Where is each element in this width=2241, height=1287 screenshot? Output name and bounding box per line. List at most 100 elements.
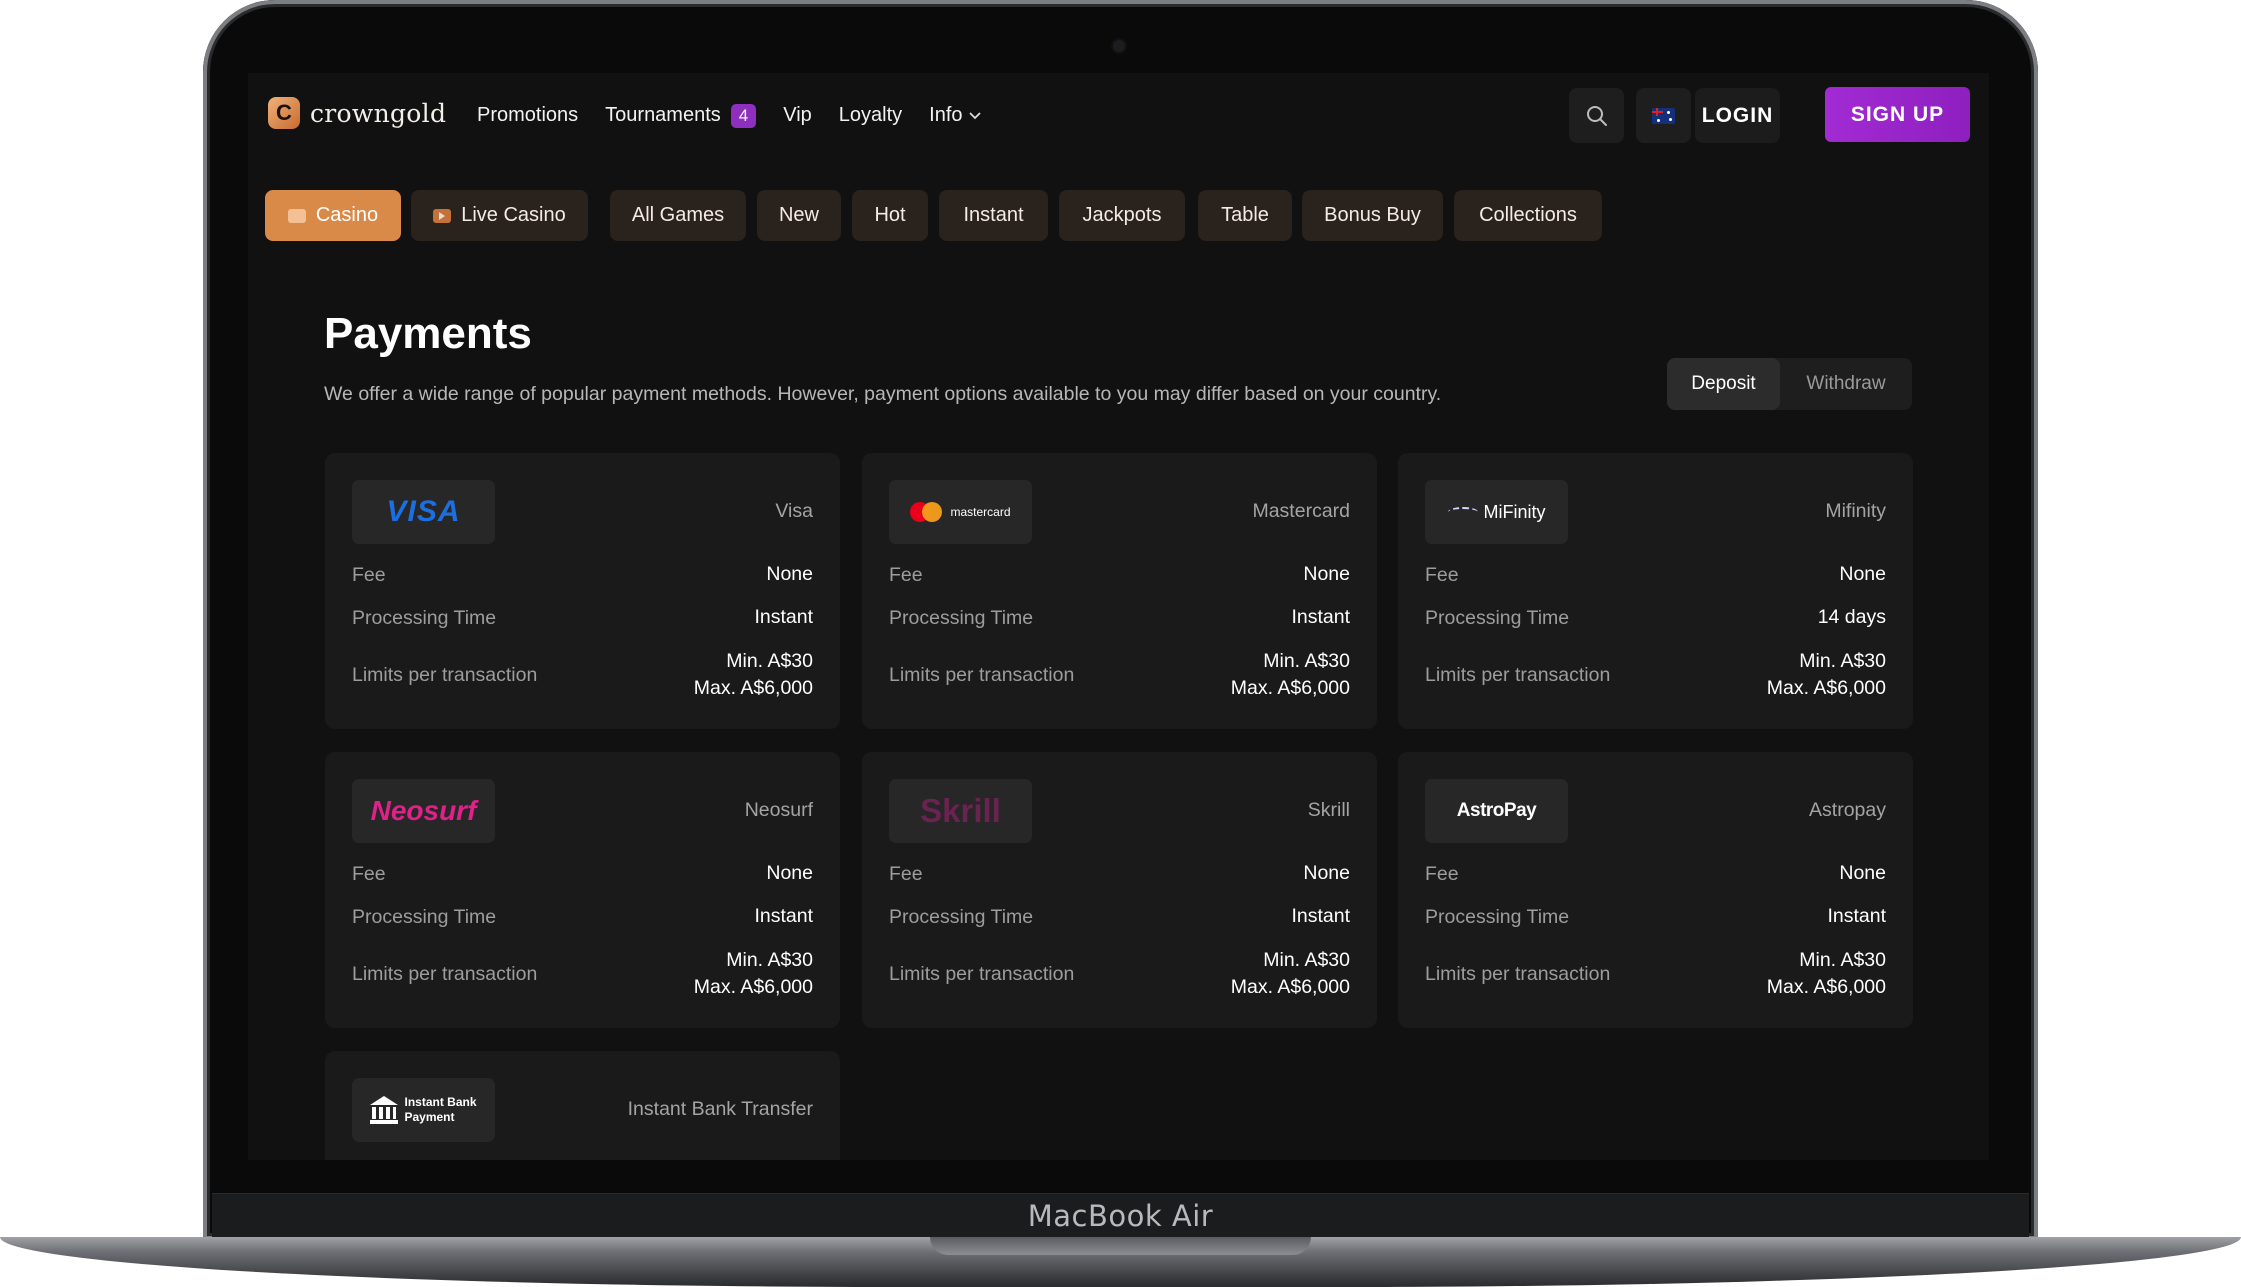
fee-label: Fee [1425, 863, 1459, 885]
logo-wordmark: crowngold [310, 98, 447, 128]
fee-value: None [766, 563, 813, 585]
fee-value: None [1839, 862, 1886, 884]
chevron-down-icon [968, 111, 981, 119]
fee-label: Fee [889, 863, 923, 885]
limits-label: Limits per transaction [889, 664, 1075, 686]
nav-promotions[interactable]: Promotions [477, 104, 578, 127]
nav-loyalty[interactable]: Loyalty [839, 104, 902, 127]
deposit-withdraw-toggle: Deposit Withdraw [1667, 358, 1912, 410]
fee-value: None [1839, 563, 1886, 585]
category-bonus-buy[interactable]: Bonus Buy [1302, 190, 1443, 241]
processing-value: Instant [754, 606, 813, 628]
method-name: Astropay [1809, 799, 1886, 821]
method-name: Instant Bank Transfer [627, 1098, 813, 1120]
limit-min: Min. A$30 [1263, 949, 1350, 971]
laptop-hinge-notch [930, 1237, 1311, 1255]
category-casino[interactable]: Casino [265, 190, 401, 241]
processing-value: 14 days [1817, 606, 1886, 628]
category-label: Instant [963, 204, 1024, 226]
mifinity-logo: MiFinity [1425, 480, 1568, 544]
fee-label: Fee [352, 564, 386, 586]
signup-button[interactable]: SIGN UP [1825, 87, 1970, 142]
limit-max: Max. A$6,000 [693, 976, 813, 998]
fee-value: None [766, 862, 813, 884]
nav-vip[interactable]: Vip [783, 104, 812, 127]
processing-value: Instant [1291, 905, 1350, 927]
method-name: Mifinity [1825, 500, 1886, 522]
instant-bank-payment-logo: Instant Bank Payment [352, 1078, 495, 1142]
search-icon [1586, 105, 1607, 126]
category-label: Collections [1479, 204, 1577, 226]
nav-label: Promotions [477, 104, 579, 126]
processing-label: Processing Time [889, 906, 1034, 928]
category-all-games[interactable]: All Games [610, 190, 746, 241]
category-label: Hot [874, 204, 906, 226]
processing-value: Instant [754, 905, 813, 927]
page-title: Payments [324, 309, 532, 358]
mifinity-wave-icon [1447, 507, 1478, 517]
limit-min: Min. A$30 [726, 949, 813, 971]
method-name: Neosurf [744, 799, 813, 821]
limit-min: Min. A$30 [1799, 650, 1886, 672]
search-button[interactable] [1569, 88, 1624, 143]
payment-card-mastercard: mastercard Mastercard Fee None Processin… [862, 453, 1377, 729]
limit-max: Max. A$6,000 [1230, 677, 1350, 699]
payment-card-instant-bank-transfer: Instant Bank Payment Instant Bank Transf… [325, 1051, 840, 1160]
processing-value: Instant [1291, 606, 1350, 628]
limit-max: Max. A$6,000 [1766, 976, 1886, 998]
visa-logo: VISA [352, 480, 495, 544]
astropay-logo-text: AstroPay [1456, 800, 1537, 821]
category-collections[interactable]: Collections [1454, 190, 1602, 241]
fee-value: None [1303, 563, 1350, 585]
method-name: Skrill [1307, 799, 1350, 821]
payment-card-neosurf: Neosurf Neosurf Fee None Processing Time… [325, 752, 840, 1028]
mastercard-logo-text: mastercard [950, 505, 1011, 519]
limit-min: Min. A$30 [726, 650, 813, 672]
category-label: Casino [315, 204, 379, 226]
limits-value: Min. A$30 Max. A$6,000 [694, 947, 813, 1001]
processing-label: Processing Time [889, 607, 1034, 629]
category-live-casino[interactable]: Live Casino [411, 190, 588, 241]
language-button[interactable] [1636, 88, 1691, 143]
category-new[interactable]: New [757, 190, 841, 241]
visa-logo-text: VISA [386, 495, 461, 528]
mastercard-circle-icon [922, 502, 943, 522]
limits-value: Min. A$30 Max. A$6,000 [1231, 947, 1350, 1001]
logo-line: Instant Bank [404, 1095, 477, 1109]
category-jackpots[interactable]: Jackpots [1059, 190, 1185, 241]
processing-value: Instant [1827, 905, 1886, 927]
play-icon [433, 208, 452, 223]
payment-card-mifinity: MiFinity Mifinity Fee None Processing Ti… [1398, 453, 1913, 729]
login-button[interactable]: LOGIN [1695, 88, 1780, 143]
camera-icon [1113, 40, 1125, 52]
category-label: New [778, 204, 819, 226]
limits-value: Min. A$30 Max. A$6,000 [1767, 648, 1886, 702]
category-hot[interactable]: Hot [852, 190, 928, 241]
category-label: All Games [631, 204, 725, 226]
category-label: Table [1221, 204, 1269, 226]
nav-info-dropdown[interactable]: Info [929, 104, 981, 127]
logo-line: Payment [404, 1110, 455, 1124]
category-instant[interactable]: Instant [939, 190, 1048, 241]
limits-label: Limits per transaction [1425, 963, 1611, 985]
skrill-logo: Skrill [889, 779, 1032, 843]
processing-label: Processing Time [352, 906, 497, 928]
tournaments-count-badge: 4 [730, 103, 757, 128]
category-label: Live Casino [461, 204, 566, 226]
site-logo[interactable]: C crowngold [268, 97, 446, 129]
category-label: Bonus Buy [1324, 204, 1421, 226]
deposit-tab[interactable]: Deposit [1667, 358, 1780, 410]
limits-value: Min. A$30 Max. A$6,000 [1767, 947, 1886, 1001]
fee-value: None [1303, 862, 1350, 884]
nav-tournaments[interactable]: Tournaments 4 [605, 103, 757, 128]
category-table[interactable]: Table [1198, 190, 1292, 241]
limits-label: Limits per transaction [352, 963, 538, 985]
device-label: MacBook Air [1027, 1199, 1214, 1233]
browser-viewport: C crowngold Promotions Tournaments 4 Vip… [248, 73, 1989, 1160]
processing-label: Processing Time [352, 607, 497, 629]
method-name: Visa [775, 500, 813, 522]
fee-label: Fee [1425, 564, 1459, 586]
mastercard-logo: mastercard [889, 480, 1032, 544]
withdraw-tab[interactable]: Withdraw [1780, 358, 1912, 410]
processing-label: Processing Time [1425, 607, 1570, 629]
